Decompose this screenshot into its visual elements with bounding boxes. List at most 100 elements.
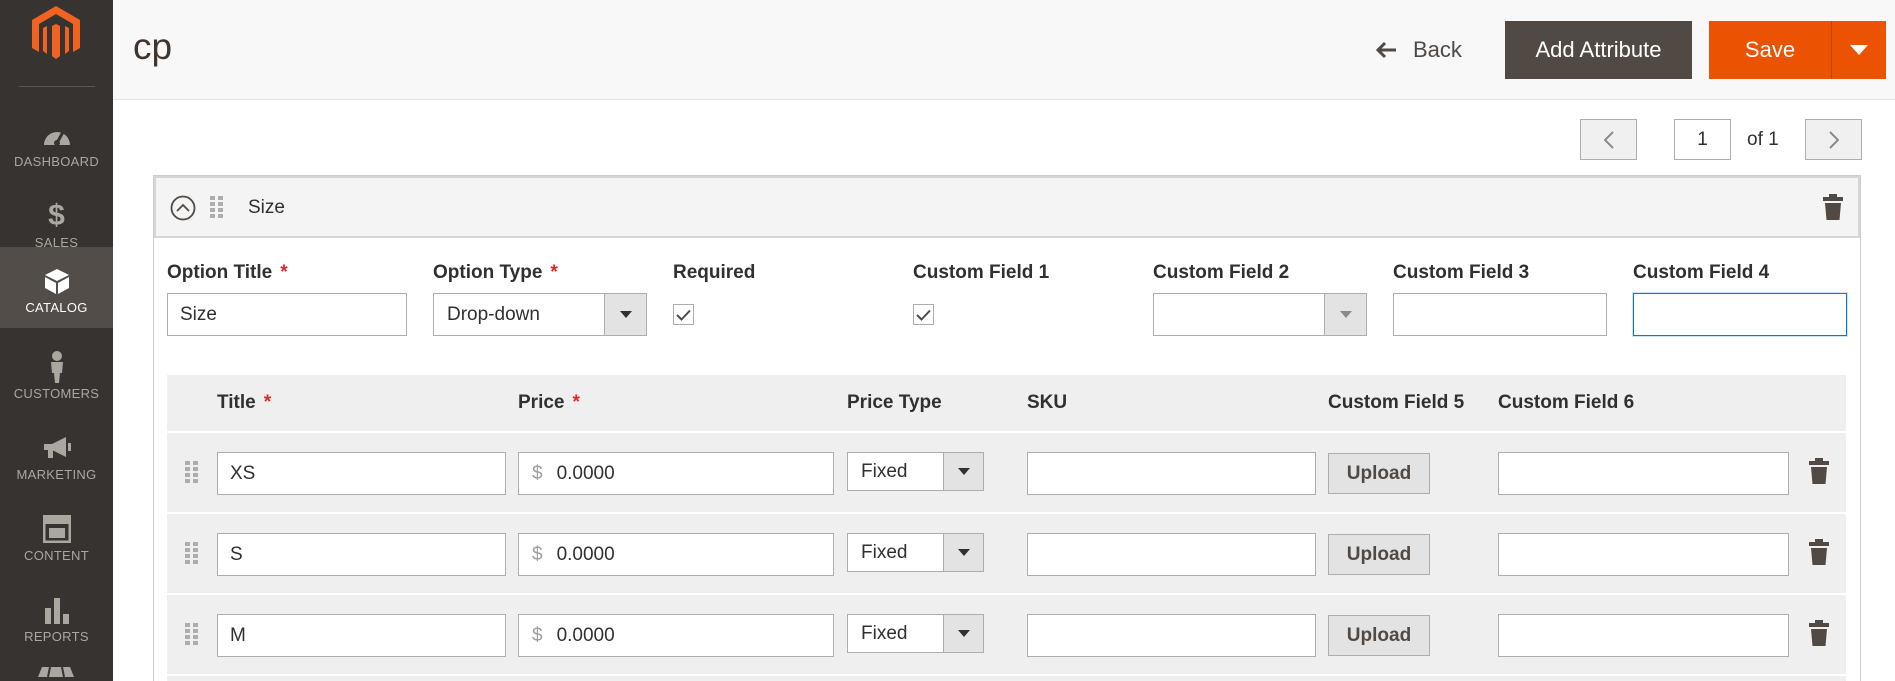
column-header-custom-field-6: Custom Field 6: [1498, 392, 1635, 413]
caret-down-icon: [1324, 294, 1366, 335]
trash-icon[interactable]: [1809, 458, 1829, 484]
upload-button[interactable]: Upload: [1328, 453, 1430, 494]
currency-symbol: $: [532, 462, 543, 484]
price-value: 0.0000: [556, 624, 615, 646]
custom-field-1-checkbox[interactable]: [913, 304, 934, 325]
value-title-input[interactable]: M: [217, 614, 506, 657]
pager-page-input[interactable]: [1674, 119, 1731, 160]
sidebar-item-customers[interactable]: CUSTOMERS: [0, 333, 113, 414]
column-header-price-type: Price Type: [847, 392, 942, 413]
sidebar-item-catalog[interactable]: CATALOG: [0, 247, 113, 328]
option-type-value: Drop-down: [447, 303, 540, 325]
value-title-input[interactable]: XS: [217, 452, 506, 495]
pager-prev-button[interactable]: [1580, 119, 1637, 160]
value-sku-input[interactable]: [1027, 533, 1316, 576]
sidebar-item-dashboard[interactable]: DASHBOARD: [0, 101, 113, 182]
caret-down-icon: [943, 453, 983, 490]
bar-chart-icon: [0, 596, 113, 624]
value-sku-input[interactable]: [1027, 614, 1316, 657]
option-title-input[interactable]: Size: [167, 293, 407, 336]
value-price-input[interactable]: $0.0000: [518, 614, 834, 657]
table-row: [167, 676, 1846, 681]
custom-option-panel: Size Option Title * Option Type * Required…: [153, 175, 1861, 681]
back-button[interactable]: Back: [1375, 28, 1462, 72]
arrow-left-icon: [1375, 41, 1396, 59]
sidebar-item-label: MARKETING: [16, 467, 97, 482]
option-type-label: Option Type *: [433, 262, 558, 283]
sidebar-item-label: CONTENT: [24, 548, 89, 563]
stores-icon[interactable]: [38, 665, 74, 681]
sidebar-item-marketing[interactable]: MARKETING: [0, 414, 113, 495]
option-header[interactable]: Size: [154, 176, 1860, 238]
sidebar-item-label: DASHBOARD: [13, 154, 100, 169]
page-header: cp Back Add Attribute Save: [113, 0, 1895, 100]
chevron-up-circle-icon[interactable]: [170, 195, 196, 221]
pager-next-button[interactable]: [1805, 119, 1862, 160]
option-type-select[interactable]: Drop-down: [433, 293, 647, 336]
table-header: Title * Price * Price Type SKU Custom Fiel…: [167, 375, 1846, 431]
caret-down-icon: [604, 294, 646, 335]
magento-logo[interactable]: [30, 4, 82, 62]
column-header-sku: SKU: [1027, 392, 1068, 413]
save-button[interactable]: Save: [1709, 21, 1831, 79]
value-price-type-select[interactable]: Fixed: [847, 614, 984, 653]
option-title-label: Option Title *: [167, 262, 288, 283]
logo-divider: [19, 86, 95, 87]
checkmark-icon: [916, 309, 931, 321]
page-title: cp: [133, 26, 173, 67]
save-options-toggle[interactable]: [1831, 21, 1886, 79]
sidebar-item-label: REPORTS: [24, 629, 89, 644]
required-label: Required: [673, 262, 756, 283]
price-type-value: Fixed: [861, 622, 908, 644]
required-checkbox[interactable]: [673, 304, 694, 325]
value-title-input[interactable]: S: [217, 533, 506, 576]
pager-total: of 1: [1747, 129, 1779, 150]
value-price-input[interactable]: $0.0000: [518, 452, 834, 495]
option-name: Size: [248, 197, 285, 218]
value-custom-field-6-input[interactable]: [1498, 533, 1789, 576]
upload-button[interactable]: Upload: [1328, 534, 1430, 575]
drag-handle-icon[interactable]: [210, 196, 224, 220]
checkmark-icon: [676, 309, 691, 321]
layout-icon: [0, 515, 113, 543]
drag-handle-icon[interactable]: [185, 542, 199, 566]
value-price-type-select[interactable]: Fixed: [847, 533, 984, 572]
custom-field-2-select[interactable]: [1153, 293, 1367, 336]
table-row: XS $0.0000 Fixed Upload: [167, 433, 1846, 512]
value-price-type-select[interactable]: Fixed: [847, 452, 984, 491]
column-header-title: Title *: [217, 392, 272, 413]
caret-down-icon: [1850, 45, 1868, 55]
currency-symbol: $: [532, 624, 543, 646]
value-sku-input[interactable]: [1027, 452, 1316, 495]
person-icon: [0, 351, 113, 383]
drag-handle-icon[interactable]: [185, 623, 199, 647]
price-value: 0.0000: [556, 543, 615, 565]
dollar-icon: $: [48, 199, 65, 232]
trash-icon[interactable]: [1823, 194, 1843, 220]
trash-icon[interactable]: [1809, 620, 1829, 646]
custom-field-1-label: Custom Field 1: [913, 262, 1050, 283]
option-values-table: Title * Price * Price Type SKU Custom Fiel…: [167, 375, 1846, 681]
add-attribute-button[interactable]: Add Attribute: [1505, 21, 1692, 79]
custom-field-4-input[interactable]: [1633, 293, 1847, 336]
sidebar-item-content[interactable]: CONTENT: [0, 495, 113, 576]
caret-down-icon: [943, 534, 983, 571]
value-custom-field-6-input[interactable]: [1498, 452, 1789, 495]
price-type-value: Fixed: [861, 460, 908, 482]
trash-icon[interactable]: [1809, 539, 1829, 565]
table-row: S $0.0000 Fixed Upload: [167, 514, 1846, 593]
chevron-left-icon: [1603, 130, 1614, 149]
sidebar-item-reports[interactable]: REPORTS: [0, 576, 113, 657]
custom-field-3-input[interactable]: [1393, 293, 1607, 336]
upload-button[interactable]: Upload: [1328, 615, 1430, 656]
sidebar-item-label: CATALOG: [25, 300, 88, 315]
column-header-price: Price *: [518, 392, 580, 413]
value-custom-field-6-input[interactable]: [1498, 614, 1789, 657]
value-price-input[interactable]: $0.0000: [518, 533, 834, 576]
back-label: Back: [1413, 37, 1462, 62]
chevron-right-icon: [1828, 130, 1839, 149]
table-row: M $0.0000 Fixed Upload: [167, 595, 1846, 674]
drag-handle-icon[interactable]: [185, 461, 199, 485]
price-value: 0.0000: [556, 462, 615, 484]
admin-sidebar: DASHBOARD $ SALES CATALOG CUSTOMERS MARK…: [0, 0, 113, 681]
